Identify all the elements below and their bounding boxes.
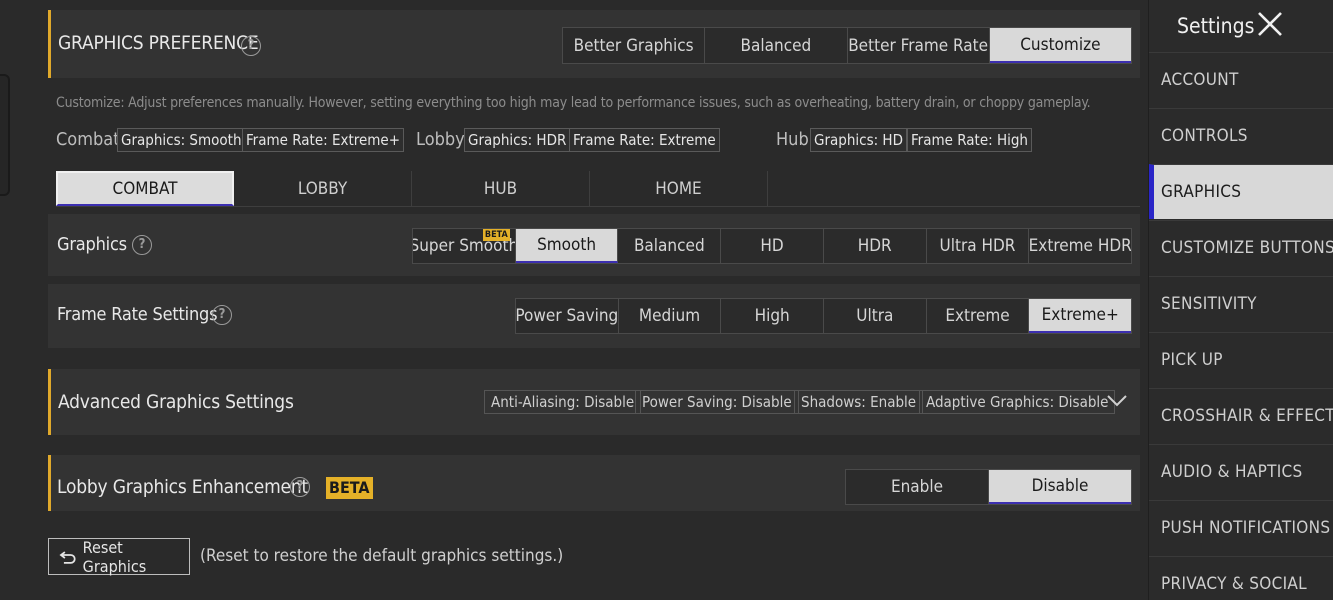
- customize-description: Customize: Adjust preferences manually. …: [56, 95, 1091, 111]
- sidebar-item-pick-up[interactable]: PICK UP: [1149, 332, 1333, 387]
- graphics-option-ultra-hdr[interactable]: Ultra HDR: [927, 229, 1030, 263]
- settings-sidebar: Settings ACCOUNT CONTROLS GRAPHICS CUSTO…: [1148, 0, 1333, 600]
- graphics-option-extreme-hdr[interactable]: Extreme HDR: [1029, 229, 1131, 263]
- preference-option-customize[interactable]: Customize: [989, 28, 1131, 63]
- sidebar-item-privacy-social[interactable]: PRIVACY & SOCIAL: [1149, 556, 1333, 600]
- chevron-down-icon[interactable]: [1106, 393, 1128, 409]
- summary-lobby-framerate: Frame Rate: Extreme: [569, 128, 720, 152]
- preference-option-balanced[interactable]: Balanced: [705, 28, 848, 63]
- settings-title: Settings: [1177, 14, 1255, 38]
- graphics-label: Graphics: [57, 234, 127, 255]
- lobby-enhancement-enable[interactable]: Enable: [846, 470, 989, 504]
- preference-option-better-graphics[interactable]: Better Graphics: [563, 28, 706, 63]
- summary-lobby-label: Lobby: [416, 129, 465, 150]
- graphics-option-hd[interactable]: HD: [721, 229, 824, 263]
- summary-combat-label: Combat: [56, 129, 120, 150]
- mode-tabs: COMBAT LOBBY HUB HOME: [56, 171, 1140, 207]
- graphics-preference-title: GRAPHICS PREFERENCE: [58, 32, 259, 54]
- sidebar-item-account[interactable]: ACCOUNT: [1149, 52, 1333, 107]
- advanced-tag-shadows: Shadows: Enable: [794, 390, 924, 414]
- advanced-tag-adaptive-graphics: Adaptive Graphics: Disable: [919, 390, 1116, 414]
- frame-rate-label: Frame Rate Settings: [57, 304, 218, 325]
- summary-combat-graphics: Graphics: Smooth: [117, 128, 246, 152]
- preference-selector: Better Graphics Balanced Better Frame Ra…: [562, 27, 1132, 64]
- framerate-option-ultra[interactable]: Ultra: [824, 299, 927, 333]
- tab-combat[interactable]: COMBAT: [56, 171, 234, 206]
- summary-hub-label: Hub: [776, 129, 809, 150]
- graphics-quality-selector: Super Smooth BETA Smooth Balanced HD HDR…: [412, 228, 1132, 264]
- frame-rate-selector: Power Saving Medium High Ultra Extreme E…: [515, 298, 1132, 334]
- beta-tag: BETA: [482, 229, 510, 241]
- tab-home[interactable]: HOME: [590, 171, 768, 206]
- graphics-option-hdr[interactable]: HDR: [824, 229, 927, 263]
- reset-note: (Reset to restore the default graphics s…: [200, 546, 564, 566]
- graphics-option-balanced[interactable]: Balanced: [618, 229, 722, 263]
- summary-hub-framerate: Frame Rate: High: [907, 128, 1032, 152]
- summary-hub-graphics: Graphics: HD: [810, 128, 907, 152]
- close-icon[interactable]: [1256, 10, 1284, 38]
- beta-badge: BETA: [326, 477, 373, 499]
- help-icon[interactable]: ?: [290, 477, 310, 497]
- lobby-enhancement-title: Lobby Graphics Enhancement: [57, 476, 309, 498]
- help-icon[interactable]: ?: [132, 235, 152, 255]
- sidebar-item-sensitivity[interactable]: SENSITIVITY: [1149, 276, 1333, 331]
- reset-icon: [59, 550, 76, 564]
- sidebar-item-crosshair-effects[interactable]: CROSSHAIR & EFFECTS: [1149, 388, 1333, 443]
- framerate-option-power-saving[interactable]: Power Saving: [516, 299, 619, 333]
- reset-graphics-button[interactable]: Reset Graphics: [48, 537, 190, 576]
- framerate-option-medium[interactable]: Medium: [619, 299, 722, 333]
- lobby-enhancement-disable[interactable]: Disable: [989, 470, 1131, 504]
- graphics-option-super-smooth[interactable]: Super Smooth BETA: [413, 229, 516, 263]
- framerate-option-extreme[interactable]: Extreme: [927, 299, 1030, 333]
- advanced-tag-power-saving: Power Saving: Disable: [635, 390, 799, 414]
- sidebar-item-graphics[interactable]: GRAPHICS: [1149, 164, 1333, 219]
- summary-combat-framerate: Frame Rate: Extreme+: [242, 128, 405, 152]
- graphics-settings-main: GRAPHICS PREFERENCE ? Better Graphics Ba…: [48, 0, 1140, 600]
- sidebar-item-controls[interactable]: CONTROLS: [1149, 108, 1333, 163]
- advanced-tag-anti-aliasing: Anti-Aliasing: Disable: [484, 390, 642, 414]
- framerate-option-high[interactable]: High: [721, 299, 825, 333]
- help-icon[interactable]: ?: [241, 36, 261, 56]
- summary-lobby-graphics: Graphics: HDR: [464, 128, 571, 152]
- advanced-graphics-title: Advanced Graphics Settings: [58, 391, 294, 413]
- sidebar-item-customize-buttons[interactable]: CUSTOMIZE BUTTONS: [1149, 220, 1333, 275]
- lobby-enhancement-toggle: Enable Disable: [845, 469, 1132, 505]
- graphics-option-smooth[interactable]: Smooth: [515, 229, 619, 263]
- preference-option-better-frame-rate[interactable]: Better Frame Rate: [848, 28, 990, 63]
- left-edge-handle: [0, 74, 10, 196]
- sidebar-item-audio-haptics[interactable]: AUDIO & HAPTICS: [1149, 444, 1333, 499]
- framerate-option-extreme-plus[interactable]: Extreme+: [1029, 299, 1132, 333]
- tab-hub[interactable]: HUB: [412, 171, 590, 206]
- help-icon[interactable]: ?: [212, 305, 232, 325]
- reset-graphics-label: Reset Graphics: [82, 537, 147, 576]
- tab-lobby[interactable]: LOBBY: [234, 171, 412, 206]
- sidebar-item-push-notifications[interactable]: PUSH NOTIFICATIONS: [1149, 500, 1333, 555]
